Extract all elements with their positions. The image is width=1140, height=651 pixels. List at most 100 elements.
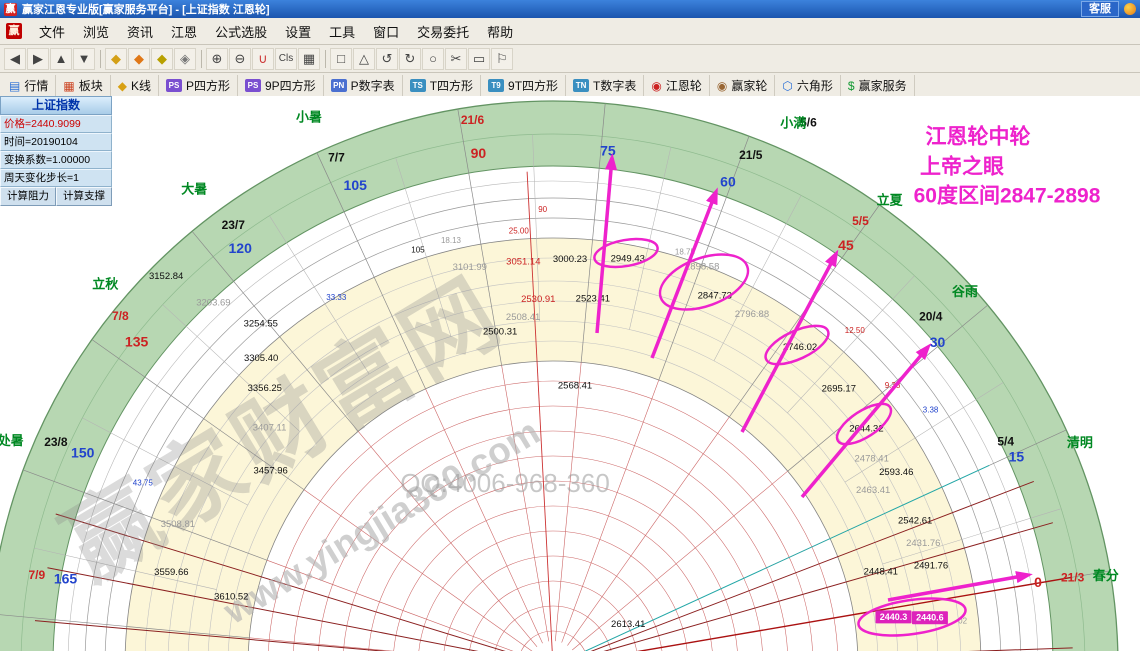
gann-wheel-chart[interactable]: 赢家财富网 www.yingjia360.com QQ:4006-968-360 31… [0, 96, 1140, 651]
price-label: 3051.14 [506, 257, 540, 268]
price-label: 18.13 [441, 236, 462, 245]
ribbon-label: 9P四方形 [264, 79, 316, 93]
window-title: 赢家江恩专业版[赢家服务平台] - [上证指数 江恩轮] [22, 4, 270, 16]
ribbon-button-江恩轮[interactable]: ◉ 江恩轮 [644, 75, 710, 96]
price-label: 3101.99 [453, 262, 487, 273]
menu-item-6[interactable]: 设置 [276, 20, 320, 43]
price-label: 43.75 [133, 478, 154, 487]
ribbon-button-P四方形[interactable]: PS P四方形 [159, 75, 238, 96]
back-icon[interactable]: ◀ [4, 47, 26, 70]
price-label: 2613.41 [611, 619, 645, 630]
ribbon-button-K线[interactable]: ◆ K线 [111, 75, 159, 96]
toolbar-separator [100, 49, 101, 68]
ribbon-label: 六角形 [796, 79, 833, 93]
info-row-3: 变换系数=1.00000 [0, 151, 112, 169]
calc-button-2[interactable]: 计算支撑 [56, 187, 112, 206]
ribbon-button-六角形[interactable]: ⬡ 六角形 [775, 75, 841, 96]
toolbar-separator [201, 49, 202, 68]
9T四方形-icon: T9 [488, 79, 505, 92]
price-label: 2695.17 [822, 384, 856, 395]
price-label: 2523.41 [576, 294, 610, 305]
ribbon-button-板块[interactable]: ▦ 板块 [56, 75, 111, 96]
menu-item-4[interactable]: 江恩 [162, 20, 206, 43]
cls-button[interactable]: Cls [275, 47, 297, 70]
price-label: 3305.40 [244, 353, 278, 364]
rotate-cw-icon[interactable]: ↻ [399, 47, 421, 70]
annotation-text: 上帝之眼 [920, 155, 1004, 179]
degree-label: 0 [1034, 574, 1042, 590]
price-chip-label: 2440.6 [916, 613, 944, 623]
行情-icon: ▤ [9, 78, 21, 93]
svg-text:QQ:4006-968-360: QQ:4006-968-360 [400, 468, 610, 498]
diamond-orange-icon[interactable]: ◆ [128, 47, 150, 70]
price-label: 3407.11 [253, 423, 287, 434]
price-label: 3559.66 [154, 567, 188, 578]
calc-button-1[interactable]: 计算阻力 [0, 187, 56, 206]
menu-item-10[interactable]: 帮助 [478, 20, 522, 43]
price-label: 3.38 [923, 405, 939, 414]
T数字表-icon: TN [573, 79, 590, 92]
solar-term-label: 小暑 [296, 109, 322, 124]
ribbon-button-赢家服务[interactable]: $ 赢家服务 [841, 75, 915, 96]
drawing-toolbar: ◀ ▶ ▲ ▼ ◆ ◆ ◆ ◈ ⊕ ⊖ ∪ Cls ▦ □ △ ↺ ↻ ○ ✂ ▭ ⚐ [0, 45, 1140, 73]
solar-term-label: 大暑 [181, 181, 207, 196]
customer-service-button[interactable]: 客服 [1081, 1, 1119, 17]
price-label: 3152.84 [149, 271, 183, 282]
price-label: 12.50 [845, 326, 866, 335]
menu-item-7[interactable]: 工具 [320, 20, 364, 43]
price-label: 3457.96 [253, 466, 287, 477]
info-row-2: 时间=20190104 [0, 133, 112, 151]
selection-icon[interactable]: ▭ [468, 47, 490, 70]
板块-icon: ▦ [63, 78, 75, 93]
diamond-olive-icon[interactable]: ◆ [151, 47, 173, 70]
diamond-gold-icon[interactable]: ◆ [105, 47, 127, 70]
circle-tool-icon[interactable]: ○ [422, 47, 444, 70]
triangle-tool-icon[interactable]: △ [353, 47, 375, 70]
cut-icon[interactable]: ✂ [445, 47, 467, 70]
ribbon-button-9P四方形[interactable]: PS 9P四方形 [238, 75, 324, 96]
rect-tool-icon[interactable]: □ [330, 47, 352, 70]
menu-item-8[interactable]: 窗口 [364, 20, 408, 43]
date-label: 5/5 [852, 214, 869, 228]
price-label: 2542.61 [898, 516, 932, 527]
solar-term-label: 清明 [1067, 435, 1093, 450]
ribbon-button-P数字表[interactable]: PN P数字表 [324, 75, 403, 96]
date-label: 23/7 [222, 218, 246, 232]
menu-item-5[interactable]: 公式选股 [206, 20, 276, 43]
brand-logo-icon: 赢 [6, 23, 22, 39]
menu-item-9[interactable]: 交易委托 [408, 20, 478, 43]
zoom-out-icon[interactable]: ⊖ [229, 47, 251, 70]
solar-term-label: 春分 [1092, 568, 1119, 583]
price-label: 105 [411, 245, 425, 254]
menu-item-1[interactable]: 文件 [30, 20, 74, 43]
ribbon-button-T数字表[interactable]: TN T数字表 [566, 75, 645, 96]
price-label: 2491.76 [914, 561, 948, 572]
赢家服务-icon: $ [847, 78, 855, 93]
ribbon-button-T四方形[interactable]: TS T四方形 [403, 75, 482, 96]
flag-icon[interactable]: ⚐ [491, 47, 513, 70]
menu-item-2[interactable]: 浏览 [74, 20, 118, 43]
zoom-in-icon[interactable]: ⊕ [206, 47, 228, 70]
ribbon-label: 板块 [78, 79, 103, 93]
ribbon-button-行情[interactable]: ▤ 行情 [2, 75, 57, 96]
gann-wheel-canvas[interactable]: 赢家财富网www.yingjia360.comQQ:4006-968-36031… [0, 96, 1140, 651]
price-label: 2796.88 [735, 309, 769, 320]
ribbon-button-赢家轮[interactable]: ◉ 赢家轮 [710, 75, 776, 96]
symbol-name: 上证指数 [0, 96, 112, 115]
date-label: 7/9 [28, 568, 45, 582]
ribbon-button-9T四方形[interactable]: T9 9T四方形 [481, 75, 567, 96]
menu-item-3[interactable]: 资讯 [118, 20, 162, 43]
hotline-icon[interactable] [1124, 3, 1136, 15]
ribbon-label: 赢家服务 [858, 79, 907, 93]
forward-icon[interactable]: ▶ [27, 47, 49, 70]
price-label: 3508.81 [161, 519, 195, 530]
rotate-ccw-icon[interactable]: ↺ [376, 47, 398, 70]
up-icon[interactable]: ▲ [50, 47, 72, 70]
annotation-text: 江恩轮中轮 [926, 125, 1031, 149]
down-icon[interactable]: ▼ [73, 47, 95, 70]
solar-term-label: 处暑 [0, 433, 24, 448]
diamond-gray-icon[interactable]: ◈ [174, 47, 196, 70]
degree-label: 165 [54, 571, 78, 587]
magnet-icon[interactable]: ∪ [252, 47, 274, 70]
grid-icon[interactable]: ▦ [298, 47, 320, 70]
